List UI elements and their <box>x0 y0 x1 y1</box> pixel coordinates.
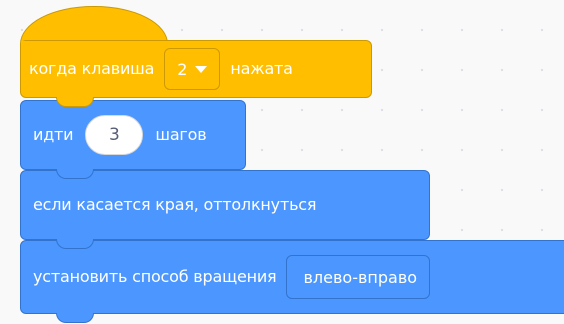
chevron-down-icon <box>195 65 208 73</box>
move-steps-block[interactable]: идти 3 шагов <box>20 100 246 170</box>
key-dropdown[interactable]: 2 <box>164 48 221 90</box>
move-label: идти <box>33 125 74 144</box>
rotation-style-value: влево-вправо <box>303 267 418 287</box>
when-key-label: когда клавиша <box>29 59 155 78</box>
bounce-label: если касается края, оттолкнуться <box>33 195 317 214</box>
steps-label: шагов <box>155 125 207 144</box>
rotation-style-dropdown[interactable]: влево-вправо <box>286 255 431 299</box>
steps-input[interactable]: 3 <box>85 115 144 155</box>
rotation-block-notch <box>56 313 94 323</box>
key-dropdown-value: 2 <box>177 59 188 79</box>
rotation-style-label: установить способ вращения <box>33 267 277 286</box>
hat-block-notch <box>56 97 94 107</box>
move-block-notch <box>56 169 94 179</box>
bounce-block-notch <box>56 239 94 249</box>
hat-cap-join <box>21 41 165 49</box>
bounce-on-edge-block[interactable]: если касается края, оттолкнуться <box>20 170 430 240</box>
pressed-label: нажата <box>230 59 293 78</box>
set-rotation-style-block[interactable]: установить способ вращения влево-вправо <box>20 240 564 314</box>
scripts-workspace[interactable]: когда клавиша 2 нажата идти 3 шагов если… <box>0 0 564 324</box>
